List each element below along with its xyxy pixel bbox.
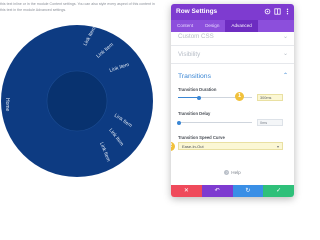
- transition-duration-slider-handle[interactable]: [197, 95, 201, 100]
- select-value: Ease-In-Out: [182, 144, 204, 149]
- section-title-visibility: Visibility: [178, 51, 201, 58]
- section-title-transitions[interactable]: Transitions: [178, 73, 211, 80]
- transition-delay-input[interactable]: 0ms: [257, 119, 283, 126]
- callout-badge-1: 1: [235, 92, 244, 101]
- tab-content[interactable]: Content: [171, 20, 199, 32]
- tab-design[interactable]: Design: [199, 20, 225, 32]
- row-settings-panel: Row Settings Content Design Advanced Cus…: [171, 4, 294, 197]
- transition-delay-slider-handle[interactable]: [177, 120, 181, 125]
- transition-delay-track[interactable]: [178, 122, 252, 123]
- help-link[interactable]: ? Help: [171, 170, 294, 175]
- transition-speed-curve-label: Transition Speed Curve: [178, 135, 225, 140]
- focus-icon[interactable]: [264, 8, 271, 15]
- section-custom-css[interactable]: Custom CSS ⌄: [171, 32, 294, 46]
- undo-button[interactable]: ↶: [201, 185, 233, 197]
- split-view-icon[interactable]: [274, 8, 281, 15]
- redo-button[interactable]: ↻: [232, 185, 264, 197]
- transition-speed-curve-select[interactable]: Ease-In-Out ▾: [178, 142, 283, 150]
- menu-link-home[interactable]: Home: [4, 98, 10, 112]
- menu-inner-disc: [47, 71, 107, 131]
- transition-duration-input[interactable]: 300ms: [257, 94, 283, 101]
- chevron-down-icon: ⌄: [282, 34, 288, 40]
- transition-duration-label: Transition Duration: [178, 87, 217, 92]
- discard-button[interactable]: ✕: [171, 185, 202, 197]
- chevron-up-icon[interactable]: ⌃: [283, 72, 288, 79]
- transition-duration-fill: [178, 97, 198, 98]
- section-title-custom-css: Custom CSS: [178, 33, 214, 40]
- save-button[interactable]: ✓: [263, 185, 294, 197]
- chevron-down-icon: ▾: [276, 144, 279, 149]
- panel-footer: ✕ ↶ ↻ ✓: [171, 185, 294, 197]
- circular-menu: Link Item Link Item Link Item Link Item …: [1, 25, 153, 177]
- help-icon: ?: [224, 170, 230, 175]
- callout-badge-2: 2: [171, 141, 175, 151]
- panel-header[interactable]: Row Settings: [171, 4, 294, 20]
- more-icon[interactable]: [284, 8, 291, 15]
- panel-title: Row Settings: [176, 8, 218, 15]
- transition-delay-label: Transition Delay: [178, 111, 211, 116]
- tab-advanced[interactable]: Advanced: [225, 20, 258, 32]
- section-visibility[interactable]: Visibility ⌄: [171, 46, 294, 64]
- chevron-down-icon: ⌄: [282, 51, 288, 57]
- section-transitions: Transitions ⌃ Transition Duration 300ms …: [171, 64, 294, 169]
- help-label: Help: [231, 170, 241, 175]
- settings-tabs: Content Design Advanced: [171, 20, 294, 32]
